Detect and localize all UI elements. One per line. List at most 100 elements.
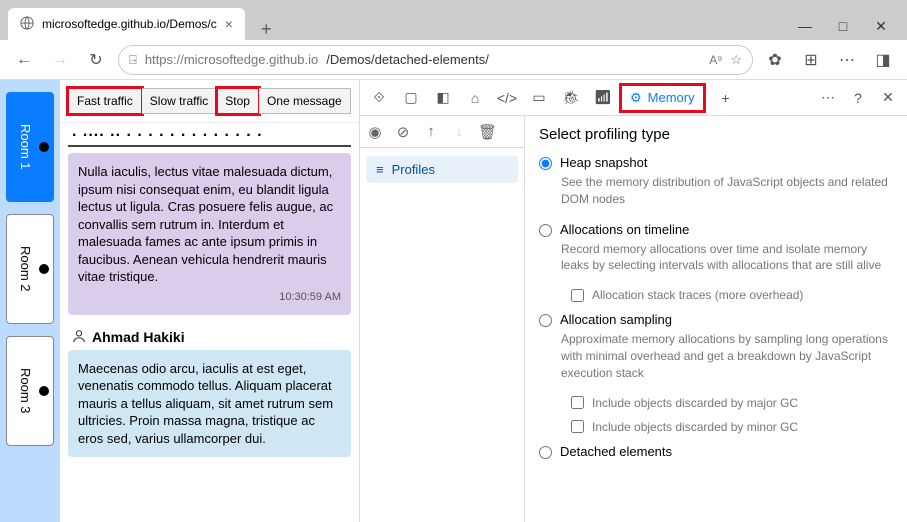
room-1[interactable]: Room 1 (6, 92, 54, 202)
help-icon[interactable]: ? (845, 85, 871, 111)
status-dot-icon (39, 142, 49, 152)
room-2[interactable]: Room 2 (6, 214, 54, 324)
url-prefix: https://microsoftedge.github.io (145, 52, 318, 67)
stack-traces-checkbox[interactable] (571, 289, 584, 302)
network-tab-icon[interactable]: 📶︎ (590, 85, 616, 111)
globe-icon (20, 16, 34, 33)
save-down-icon: ↓ (450, 123, 468, 140)
clear-icon[interactable]: ⊘ (394, 123, 412, 141)
rooms-sidebar: Room 1 Room 2 Room 3 (0, 80, 60, 522)
detached-radio[interactable] (539, 446, 552, 459)
record-icon[interactable]: ◉ (366, 123, 384, 141)
timeline-radio[interactable] (539, 224, 552, 237)
one-message-button[interactable]: One message (259, 88, 351, 114)
devtools-panel: ⟐ ▢ ◧ ⌂ </> ▭ 🐞︎ 📶︎ ⚙ Memory + ⋯ ? ✕ ◉ (360, 80, 907, 522)
inspect-icon[interactable]: ⟐ (366, 85, 392, 111)
refresh-button[interactable]: ↻ (82, 46, 110, 74)
device-icon[interactable]: ▢ (398, 85, 424, 111)
room-3[interactable]: Room 3 (6, 336, 54, 446)
forward-button[interactable]: → (46, 46, 74, 74)
gear-icon: ⚙ (630, 90, 642, 106)
url-path: /Demos/detached-elements/ (326, 52, 489, 67)
memory-tab-label: Memory (648, 90, 695, 105)
reading-mode-icon[interactable]: A⁹ (709, 53, 722, 67)
detached-option[interactable]: Detached elements (539, 444, 893, 459)
memory-tab[interactable]: ⚙ Memory (622, 86, 703, 110)
more-icon[interactable]: ⋯ (833, 46, 861, 74)
message-text: Nulla iaculis, lectus vitae malesuada di… (78, 163, 341, 286)
stack-traces-label: Allocation stack traces (more overhead) (592, 288, 803, 302)
detached-label: Detached elements (560, 444, 672, 459)
tab-title: microsoftedge.github.io/Demos/c (42, 17, 217, 31)
major-gc-check[interactable]: Include objects discarded by major GC (571, 396, 893, 410)
sampling-label: Allocation sampling (560, 312, 672, 327)
more-tools-icon[interactable]: ⋯ (815, 85, 841, 111)
timeline-option[interactable]: Allocations on timeline (539, 222, 893, 237)
room-label: Room 1 (18, 124, 33, 170)
heap-snapshot-option[interactable]: Heap snapshot (539, 155, 893, 170)
stack-traces-check[interactable]: Allocation stack traces (more overhead) (571, 288, 893, 302)
sources-tab-icon[interactable]: ▭ (526, 85, 552, 111)
message-item: Maecenas odio arcu, iaculis at est eget,… (68, 350, 351, 458)
minor-gc-check[interactable]: Include objects discarded by minor GC (571, 420, 893, 434)
fast-traffic-button[interactable]: Fast traffic (68, 88, 142, 114)
memory-toolbar: ◉ ⊘ ↑ ↓ 🗑︎ (360, 116, 524, 148)
sliders-icon: ≡ (376, 162, 384, 177)
heap-radio[interactable] (539, 157, 552, 170)
maximize-button[interactable]: □ (829, 12, 857, 40)
traffic-controls: Fast traffic Slow traffic Stop One messa… (60, 80, 359, 123)
chat-panel: Fast traffic Slow traffic Stop One messa… (60, 80, 360, 522)
add-tab-button[interactable]: + (713, 85, 739, 111)
window-titlebar: microsoftedge.github.io/Demos/c × + — □ … (0, 0, 907, 40)
elements-tab-icon[interactable]: </> (494, 85, 520, 111)
close-tab-icon[interactable]: × (225, 16, 233, 32)
welcome-tab-icon[interactable]: ⌂ (462, 85, 488, 111)
close-window-button[interactable]: ✕ (867, 12, 895, 40)
sampling-radio[interactable] (539, 314, 552, 327)
person-icon (72, 329, 86, 346)
messages-list[interactable]: . .... .. . . . . . . . . . . . . . Null… (60, 123, 359, 522)
profiles-label: Profiles (392, 162, 435, 177)
timeline-desc: Record memory allocations over time and … (561, 241, 893, 275)
major-gc-checkbox[interactable] (571, 396, 584, 409)
url-input[interactable]: ⍈ https://microsoftedge.github.io/Demos/… (118, 45, 753, 75)
delete-icon[interactable]: 🗑︎ (478, 123, 496, 141)
sampling-option[interactable]: Allocation sampling (539, 312, 893, 327)
console-tab-icon[interactable]: 🐞︎ (558, 85, 584, 111)
stop-button[interactable]: Stop (217, 88, 259, 114)
dock-side-icon[interactable]: ◧ (430, 85, 456, 111)
heap-label: Heap snapshot (560, 155, 647, 170)
status-dot-icon (39, 386, 49, 396)
timeline-label: Allocations on timeline (560, 222, 689, 237)
section-title: Select profiling type (539, 126, 893, 143)
message-timestamp: 10:30:59 AM (78, 290, 341, 305)
minor-gc-checkbox[interactable] (571, 420, 584, 433)
message-text: Maecenas odio arcu, iaculis at est eget,… (78, 360, 341, 448)
minimize-button[interactable]: — (791, 12, 819, 40)
back-button[interactable]: ← (10, 46, 38, 74)
room-label: Room 3 (18, 368, 33, 414)
new-tab-button[interactable]: + (253, 19, 280, 40)
minor-gc-label: Include objects discarded by minor GC (592, 420, 798, 434)
devtools-dock-icon[interactable]: ◨ (869, 46, 897, 74)
message-item: Nulla iaculis, lectus vitae malesuada di… (68, 153, 351, 315)
sampling-desc: Approximate memory allocations by sampli… (561, 331, 893, 381)
heap-desc: See the memory distribution of JavaScrip… (561, 174, 893, 208)
favorite-icon[interactable]: ☆ (730, 52, 742, 68)
browser-tab[interactable]: microsoftedge.github.io/Demos/c × (8, 8, 245, 40)
devtools-tab-strip: ⟐ ▢ ◧ ⌂ </> ▭ 🐞︎ 📶︎ ⚙ Memory + ⋯ ? ✕ (360, 80, 907, 116)
profiling-options: Select profiling type Heap snapshot See … (525, 116, 907, 522)
extensions-icon[interactable]: ✿ (761, 46, 789, 74)
collections-icon[interactable]: ⊞ (797, 46, 825, 74)
load-up-icon[interactable]: ↑ (422, 123, 440, 140)
slow-traffic-button[interactable]: Slow traffic (142, 88, 217, 114)
close-devtools-icon[interactable]: ✕ (875, 85, 901, 111)
truncated-header: . .... .. . . . . . . . . . . . . . (68, 123, 351, 147)
profiles-nav-item[interactable]: ≡ Profiles (366, 156, 518, 183)
major-gc-label: Include objects discarded by major GC (592, 396, 798, 410)
profiles-sidebar: ◉ ⊘ ↑ ↓ 🗑︎ ≡ Profiles (360, 116, 525, 522)
message-author: Ahmad Hakiki (68, 321, 351, 350)
lock-icon: ⍈ (129, 52, 137, 68)
author-name: Ahmad Hakiki (92, 329, 185, 345)
address-bar: ← → ↻ ⍈ https://microsoftedge.github.io/… (0, 40, 907, 80)
